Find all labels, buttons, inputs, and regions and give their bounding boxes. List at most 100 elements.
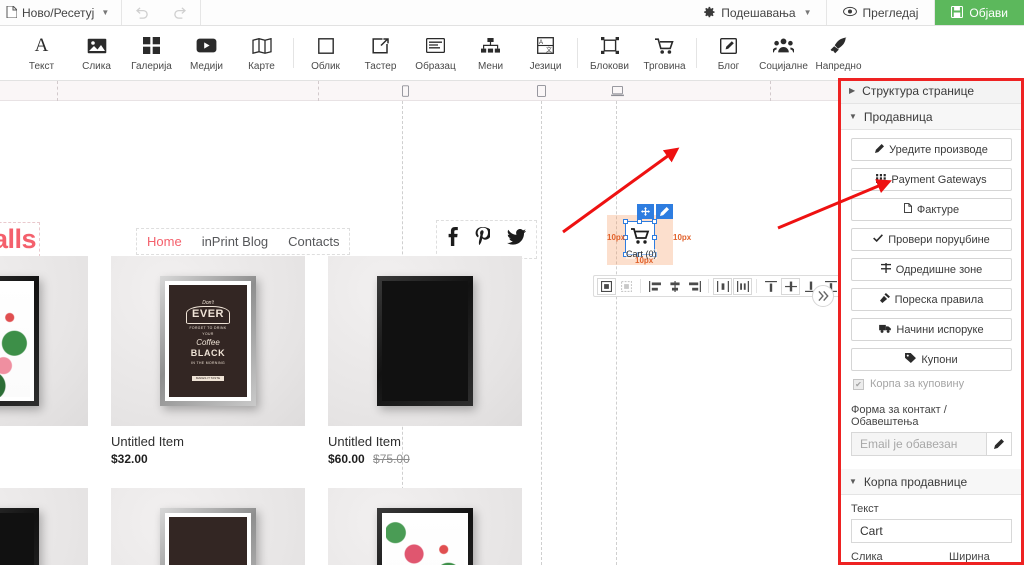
twitter-icon[interactable] bbox=[507, 228, 526, 251]
preview-button[interactable]: Прегледај bbox=[825, 0, 936, 25]
tool-advanced[interactable]: Напредно bbox=[811, 27, 866, 79]
checkbox-label: Корпа за куповину bbox=[870, 378, 965, 390]
shopping-cart-checkbox[interactable]: ✔ bbox=[853, 378, 864, 390]
tool-button[interactable]: Тастер bbox=[353, 27, 408, 79]
tool-label: Језици bbox=[529, 60, 562, 72]
publish-button[interactable]: Објави bbox=[935, 0, 1024, 25]
eye-icon bbox=[842, 6, 857, 19]
product-card[interactable]: Don't EVER FORGET TO DRINK YOUR Coffee B… bbox=[111, 256, 305, 466]
product-image[interactable] bbox=[0, 256, 88, 426]
nav-item-blog[interactable]: inPrint Blog bbox=[202, 234, 268, 249]
check-orders-button[interactable]: Провери поруџбине bbox=[851, 228, 1012, 251]
chevron-down-icon: ▼ bbox=[803, 8, 812, 17]
pinterest-icon[interactable] bbox=[475, 227, 492, 252]
redo-button[interactable] bbox=[161, 0, 200, 26]
tool-menu[interactable]: Мени bbox=[463, 27, 518, 79]
product-image[interactable] bbox=[328, 488, 522, 565]
coupons-button[interactable]: Купони bbox=[851, 348, 1012, 371]
shipping-methods-button[interactable]: Начини испоруке bbox=[851, 318, 1012, 341]
product-card[interactable] bbox=[111, 488, 305, 565]
text-icon: A bbox=[34, 34, 49, 56]
tool-shape[interactable]: Облик bbox=[298, 27, 353, 79]
tool-store[interactable]: Трговина bbox=[637, 27, 692, 79]
menu-icon bbox=[481, 35, 500, 57]
tool-label: Тастер bbox=[364, 60, 397, 72]
coffee-line3: YOUR bbox=[202, 331, 214, 336]
tool-text[interactable]: A Текст bbox=[14, 27, 69, 79]
image-icon bbox=[87, 35, 107, 57]
coffee-sub: IN THE MORNING bbox=[191, 361, 225, 366]
product-card[interactable]: Your BEST FRIEND Untitled Item $60.00 $7… bbox=[328, 256, 522, 466]
email-edit-button[interactable] bbox=[987, 432, 1012, 456]
breakpoint-tablet[interactable] bbox=[534, 84, 548, 98]
move-handle[interactable] bbox=[637, 204, 654, 219]
tool-blog[interactable]: Блог bbox=[701, 27, 756, 79]
padding-left-label: 10px bbox=[607, 233, 626, 242]
advanced-icon bbox=[830, 35, 847, 57]
site-navigation[interactable]: Home inPrint Blog Contacts bbox=[135, 228, 351, 255]
publish-label: Објави bbox=[969, 5, 1008, 20]
tool-image[interactable]: Слика bbox=[69, 27, 124, 79]
coffee-banner: MAKES IT TASTE bbox=[191, 375, 225, 382]
tool-gallery[interactable]: Галерија bbox=[124, 27, 179, 79]
padding-right-label: 10px bbox=[673, 233, 692, 242]
social-links[interactable] bbox=[436, 220, 537, 259]
toolbar-divider bbox=[293, 38, 294, 68]
section-store-cart[interactable]: ▼ Корпа продавнице bbox=[839, 469, 1024, 495]
shopping-cart-checkbox-row[interactable]: ✔ Корпа за куповину bbox=[853, 378, 1012, 390]
product-card[interactable] bbox=[328, 488, 522, 565]
collapse-panel-button[interactable] bbox=[812, 285, 834, 307]
tool-social[interactable]: Социјалне bbox=[756, 27, 811, 79]
tool-maps[interactable]: Карте bbox=[234, 27, 289, 79]
top-bar-left: Ново/Ресетуј ▼ bbox=[0, 0, 202, 26]
product-price: 0 bbox=[0, 452, 88, 466]
artwork-floral bbox=[0, 285, 30, 397]
edit-pencil-button[interactable] bbox=[656, 204, 673, 219]
picture-frame bbox=[160, 508, 256, 565]
ruler-tick bbox=[770, 81, 771, 101]
tool-label: Текст bbox=[28, 60, 55, 72]
product-image[interactable]: Don't EVER FORGET TO DRINK YOUR Coffee B… bbox=[111, 256, 305, 426]
site-logo[interactable]: alls bbox=[0, 222, 41, 257]
website-builder-app: Ново/Ресетуј ▼ Подешавања ▼ Прегледај Об… bbox=[0, 0, 1024, 565]
properties-panel: ▶ Структура странице ▼ Продавница Уредит… bbox=[838, 78, 1024, 565]
section-store[interactable]: ▼ Продавница bbox=[839, 104, 1024, 130]
resize-handle-nw[interactable] bbox=[623, 219, 628, 224]
button-label: Пореска правила bbox=[894, 293, 984, 306]
breakpoint-phone[interactable] bbox=[398, 84, 412, 98]
payment-gateways-button[interactable]: Payment Gateways bbox=[851, 168, 1012, 191]
breakpoint-laptop[interactable] bbox=[610, 84, 624, 98]
resize-handle-e[interactable] bbox=[652, 235, 657, 240]
toolbar-divider bbox=[577, 38, 578, 68]
edit-products-button[interactable]: Уредите производе bbox=[851, 138, 1012, 161]
zones-icon bbox=[880, 263, 891, 276]
tool-blocks[interactable]: Блокови bbox=[582, 27, 637, 79]
resize-handle-n[interactable] bbox=[637, 219, 642, 224]
invoices-button[interactable]: Фактуре bbox=[851, 198, 1012, 221]
map-icon bbox=[251, 35, 272, 57]
product-image[interactable]: Your BEST FRIEND bbox=[328, 256, 522, 426]
cart-text-input[interactable]: Cart bbox=[851, 519, 1012, 543]
product-image[interactable] bbox=[0, 488, 88, 565]
top-bar: Ново/Ресетуј ▼ Подешавања ▼ Прегледај Об… bbox=[0, 0, 1024, 26]
section-page-structure[interactable]: ▶ Структура странице bbox=[839, 78, 1024, 104]
settings-button[interactable]: Подешавања ▼ bbox=[690, 0, 825, 25]
settings-label: Подешавања bbox=[721, 5, 796, 20]
new-reset-button[interactable]: Ново/Ресетуј ▼ bbox=[0, 0, 123, 25]
nav-item-contacts[interactable]: Contacts bbox=[288, 234, 339, 249]
tool-languages[interactable]: A文 Језици bbox=[518, 27, 573, 79]
nav-item-home[interactable]: Home bbox=[147, 234, 182, 249]
product-card[interactable] bbox=[0, 488, 88, 565]
coffee-black: BLACK bbox=[190, 348, 226, 358]
facebook-icon[interactable] bbox=[447, 227, 458, 252]
resize-handle-ne[interactable] bbox=[652, 219, 657, 224]
tool-form[interactable]: Образац bbox=[408, 27, 463, 79]
tool-media[interactable]: Медији bbox=[179, 27, 234, 79]
undo-button[interactable] bbox=[122, 0, 161, 26]
destination-zones-button[interactable]: Одредишне зоне bbox=[851, 258, 1012, 281]
page-canvas[interactable]: alls Home inPrint Blog Contacts Cart (0)… bbox=[0, 101, 838, 565]
email-field[interactable]: Email је обавезан bbox=[851, 432, 987, 456]
product-image[interactable] bbox=[111, 488, 305, 565]
product-card[interactable]: tled Item 0 bbox=[0, 256, 88, 466]
tax-rules-button[interactable]: Пореска правила bbox=[851, 288, 1012, 311]
